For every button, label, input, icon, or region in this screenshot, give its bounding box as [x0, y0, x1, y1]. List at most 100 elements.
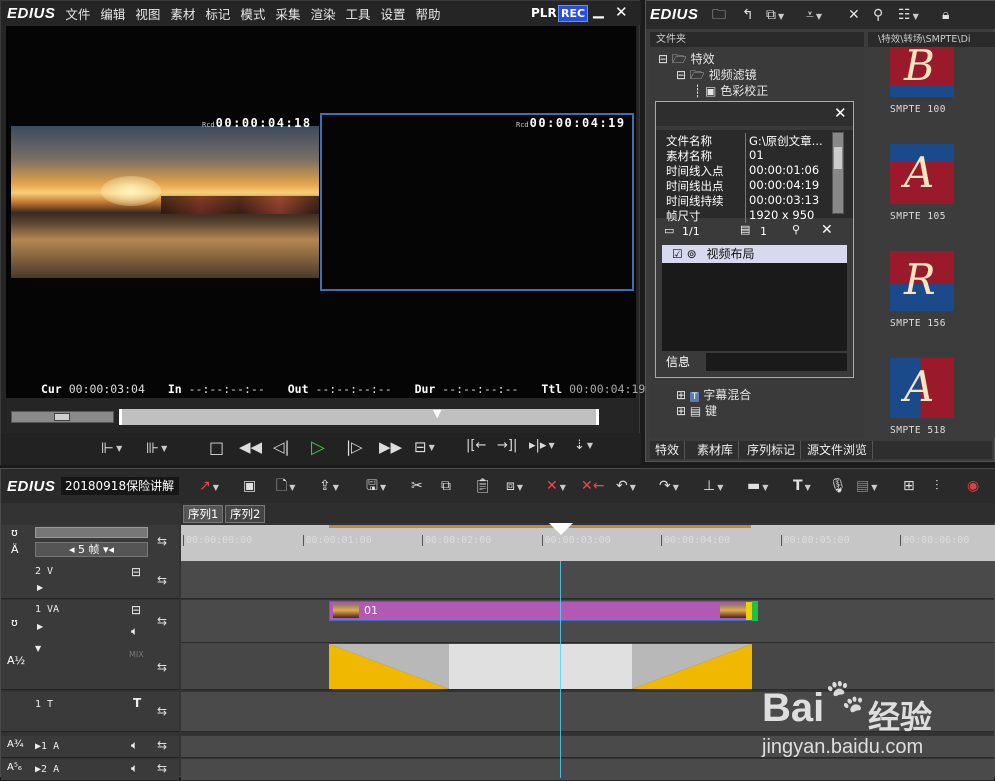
undo-icon[interactable]: ↶ ▼: [616, 475, 636, 497]
info-footer-tab[interactable]: 信息: [662, 353, 706, 371]
speaker-icon[interactable]: 🔈︎: [131, 761, 138, 776]
loop-button[interactable]: ⊟ ▼: [414, 438, 435, 456]
position-bar[interactable]: ▼: [119, 407, 599, 425]
up-folder-icon[interactable]: ↰: [742, 4, 754, 26]
tree-item-keys[interactable]: ⊞ ▤ 键: [676, 402, 717, 419]
lock-icon[interactable]: 🔒︎: [942, 4, 949, 26]
effect-settings-icon[interactable]: ⚲: [792, 223, 800, 236]
info-scrollbar[interactable]: [832, 132, 844, 214]
fast-forward-button[interactable]: ▶▶: [379, 438, 402, 456]
transition-icon[interactable]: ▬ ▼: [747, 475, 768, 497]
speaker-icon[interactable]: 🔈︎: [131, 624, 138, 639]
plr-label[interactable]: PLR: [531, 6, 557, 20]
expand-icon[interactable]: ▶: [37, 583, 43, 592]
insert-button[interactable]: ▸|▸ ▼: [529, 438, 555, 453]
info-close-icon[interactable]: ✕: [834, 104, 847, 122]
menu-item[interactable]: 帮助: [416, 4, 441, 23]
track-lock-icon[interactable]: ʊ: [11, 616, 18, 629]
menu-item[interactable]: 设置: [380, 4, 405, 23]
collapse-icon[interactable]: ▼: [35, 644, 41, 653]
tree-item-title-mixer[interactable]: ⊞ T 字幕混合: [676, 386, 751, 403]
shuttle-slider[interactable]: [11, 411, 114, 423]
menu-item[interactable]: 文件: [65, 4, 90, 23]
open-project-icon[interactable]: ⇪ ▼: [319, 475, 339, 497]
mixer-icon[interactable]: ⫶: [935, 475, 939, 497]
audio-icon[interactable]: Ä: [11, 543, 19, 556]
cut-icon[interactable]: ✂: [411, 475, 423, 497]
video-mute-icon[interactable]: ⊟: [131, 565, 141, 579]
clip-01[interactable]: 01: [329, 601, 758, 621]
stop-button[interactable]: □: [209, 438, 224, 457]
menu-item[interactable]: 渲染: [310, 4, 335, 23]
grid-icon[interactable]: ⊞: [903, 475, 915, 497]
effect-checkbox[interactable]: ☑: [672, 247, 683, 261]
rewind-button[interactable]: ◀◀: [239, 438, 262, 456]
new-sequence-icon[interactable]: 🗋 ▼: [276, 475, 295, 497]
sync-icon[interactable]: ⇆: [157, 534, 167, 548]
track-body-2v[interactable]: [181, 561, 994, 599]
sync-icon[interactable]: ⇆: [157, 660, 167, 674]
menu-item[interactable]: 采集: [275, 4, 300, 23]
expand-icon[interactable]: ▶: [37, 622, 43, 631]
lock-track-icon[interactable]: ʊ: [11, 526, 18, 539]
tab-asset-bin[interactable]: 素材库: [692, 441, 740, 459]
tab-sequence-2[interactable]: 序列2: [225, 505, 266, 523]
folder-icon[interactable]: 🗀: [712, 4, 726, 26]
position-marker[interactable]: ▼: [433, 407, 443, 425]
thumb-smpte-156[interactable]: R: [890, 251, 954, 311]
import-icon[interactable]: ⩡ ▼: [806, 4, 822, 26]
title-icon[interactable]: T ▼: [793, 475, 811, 497]
sync-icon[interactable]: ⇆: [157, 761, 167, 775]
time-ruler[interactable]: 00:00:00:00 00:00:01:00 00:00:02:00 00:00:0…: [181, 523, 995, 561]
track-header-2a[interactable]: A⁵₆ ▶2 A 🔈︎ ⇆: [1, 759, 179, 781]
clip-end-marker[interactable]: [752, 601, 758, 621]
redo-icon[interactable]: ↷ ▼: [659, 475, 679, 497]
mark-icon[interactable]: ⊥ ▼: [703, 475, 723, 497]
title-track-icon[interactable]: T: [133, 696, 141, 710]
minimize-icon[interactable]: ▁: [593, 3, 604, 19]
thumb-smpte-518[interactable]: A: [890, 358, 954, 418]
effect-delete-icon[interactable]: ✕: [821, 222, 833, 238]
play-button[interactable]: ▷: [311, 437, 325, 458]
menu-item[interactable]: 视图: [135, 4, 160, 23]
delete-clip-icon[interactable]: ✕ ▼: [546, 475, 566, 497]
save-icon[interactable]: 🖫 ▼: [366, 475, 386, 497]
track-header-1t[interactable]: 1 T T ⇆: [1, 692, 179, 732]
overwrite-button[interactable]: ⇣ ▼: [574, 438, 593, 453]
copy-icon[interactable]: ⧉: [441, 475, 451, 497]
capture-icon[interactable]: ▣: [243, 475, 256, 497]
playhead-line[interactable]: [560, 561, 561, 778]
menu-item[interactable]: 编辑: [100, 4, 125, 23]
sync-icon[interactable]: ⇆: [157, 704, 167, 718]
folder-tree-icon[interactable]: ⧉ ▼: [766, 4, 784, 26]
shuttle-handle[interactable]: [54, 413, 70, 421]
playhead-marker[interactable]: [549, 523, 573, 535]
sync-icon[interactable]: ⇆: [157, 738, 167, 752]
menu-item[interactable]: 素材: [170, 4, 195, 23]
microphone-icon[interactable]: 🎙︎: [829, 475, 847, 497]
frames-select[interactable]: ◂ 5 帧 ▾◂: [35, 542, 148, 557]
sync-icon[interactable]: ⇆: [157, 573, 167, 587]
delete-icon[interactable]: ✕: [848, 4, 860, 26]
effect-item-video-layout[interactable]: ☑ ⊚ 视频布局: [662, 245, 847, 263]
set-in-button[interactable]: ⊩ ▼: [101, 439, 122, 457]
set-out-button[interactable]: ⊪ ▼: [146, 439, 167, 457]
zoom-slider[interactable]: [35, 527, 148, 538]
ripple-delete-icon[interactable]: ✕←: [581, 475, 604, 497]
track-body-1va[interactable]: 01: [181, 600, 994, 643]
video-mute-icon[interactable]: ⊟: [131, 603, 141, 617]
menu-item[interactable]: 标记: [205, 4, 230, 23]
replace-icon[interactable]: ⧈ ▼: [506, 475, 523, 497]
track-header-1va[interactable]: ʊ 1 VA ⊟ ▶ 🔈︎ ⇆ A½ ▼ MIX ⇆: [1, 600, 179, 690]
speaker-icon[interactable]: 🔈︎: [131, 738, 138, 753]
paste-icon[interactable]: 📋︎: [474, 475, 492, 497]
color-wheel-icon[interactable]: ◉: [967, 475, 979, 497]
thumb-smpte-100[interactable]: B: [890, 47, 954, 97]
tab-source-browser[interactable]: 源文件浏览: [802, 441, 874, 459]
rec-badge[interactable]: REC: [558, 5, 589, 22]
output-icon[interactable]: ▤ ▼: [856, 475, 877, 497]
tab-effects[interactable]: 特效: [650, 441, 686, 459]
close-icon[interactable]: ✕: [615, 3, 628, 21]
view-icon[interactable]: ☷ ▼: [898, 4, 919, 26]
properties-icon[interactable]: ⚲: [873, 4, 883, 26]
